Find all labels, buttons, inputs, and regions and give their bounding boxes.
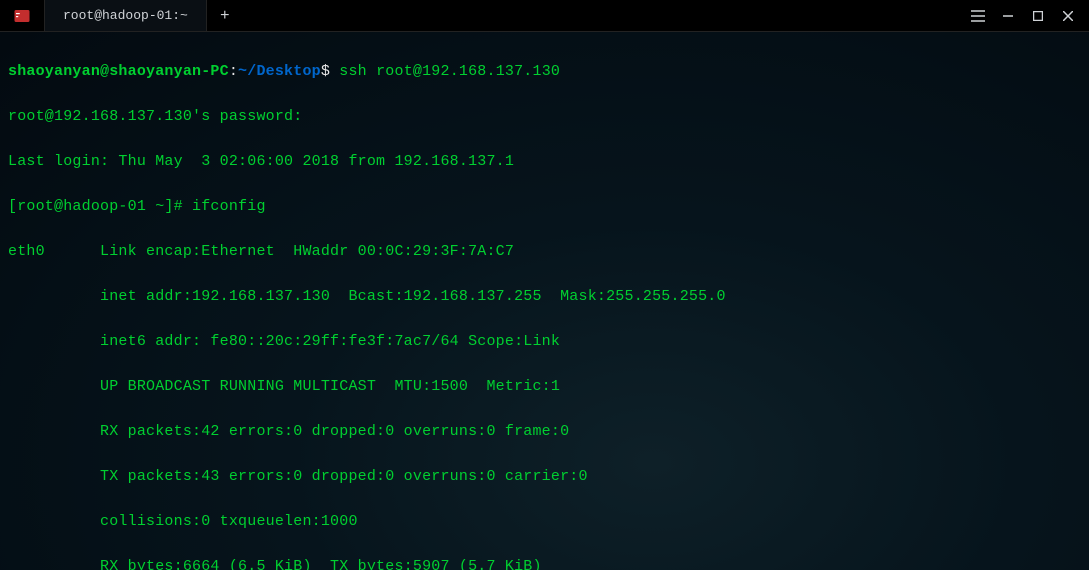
terminal-line: RX packets:42 errors:0 dropped:0 overrun… xyxy=(8,421,1081,444)
tab-terminal[interactable]: root@hadoop-01:~ xyxy=(44,0,207,31)
prompt-cwd: ~/Desktop xyxy=(238,63,321,80)
titlebar-left: root@hadoop-01:~ + xyxy=(0,0,243,31)
terminal-line: collisions:0 txqueuelen:1000 xyxy=(8,511,1081,534)
titlebar-right xyxy=(963,4,1089,28)
minimize-button[interactable] xyxy=(993,4,1023,28)
command-text: ifconfig xyxy=(192,198,266,215)
terminal-line: shaoyanyan@shaoyanyan-PC:~/Desktop$ ssh … xyxy=(8,61,1081,84)
terminal-line: root@192.168.137.130's password: xyxy=(8,106,1081,129)
new-tab-button[interactable]: + xyxy=(207,0,243,31)
maximize-button[interactable] xyxy=(1023,4,1053,28)
terminal-line: TX packets:43 errors:0 dropped:0 overrun… xyxy=(8,466,1081,489)
command-text: ssh root@192.168.137.130 xyxy=(339,63,560,80)
terminal-line: [root@hadoop-01 ~]# ifconfig xyxy=(8,196,1081,219)
terminal-line: UP BROADCAST RUNNING MULTICAST MTU:1500 … xyxy=(8,376,1081,399)
terminal-line: eth0 Link encap:Ethernet HWaddr 00:0C:29… xyxy=(8,241,1081,264)
tab-label: root@hadoop-01:~ xyxy=(63,6,188,26)
prompt-root: [root@hadoop-01 ~]# xyxy=(8,198,192,215)
terminal-area[interactable]: shaoyanyan@shaoyanyan-PC:~/Desktop$ ssh … xyxy=(0,32,1089,570)
prompt-sep2: $ xyxy=(321,63,330,80)
terminal-line: RX bytes:6664 (6.5 KiB) TX bytes:5907 (5… xyxy=(8,556,1081,570)
close-button[interactable] xyxy=(1053,4,1083,28)
terminal-line: Last login: Thu May 3 02:06:00 2018 from… xyxy=(8,151,1081,174)
prompt-user-host: shaoyanyan@shaoyanyan-PC xyxy=(8,63,229,80)
menu-button[interactable] xyxy=(963,4,993,28)
prompt-sep: : xyxy=(229,63,238,80)
window-titlebar: root@hadoop-01:~ + xyxy=(0,0,1089,32)
app-icon[interactable] xyxy=(0,0,44,31)
terminal-line: inet6 addr: fe80::20c:29ff:fe3f:7ac7/64 … xyxy=(8,331,1081,354)
plus-icon: + xyxy=(220,4,230,28)
terminal-line: inet addr:192.168.137.130 Bcast:192.168.… xyxy=(8,286,1081,309)
